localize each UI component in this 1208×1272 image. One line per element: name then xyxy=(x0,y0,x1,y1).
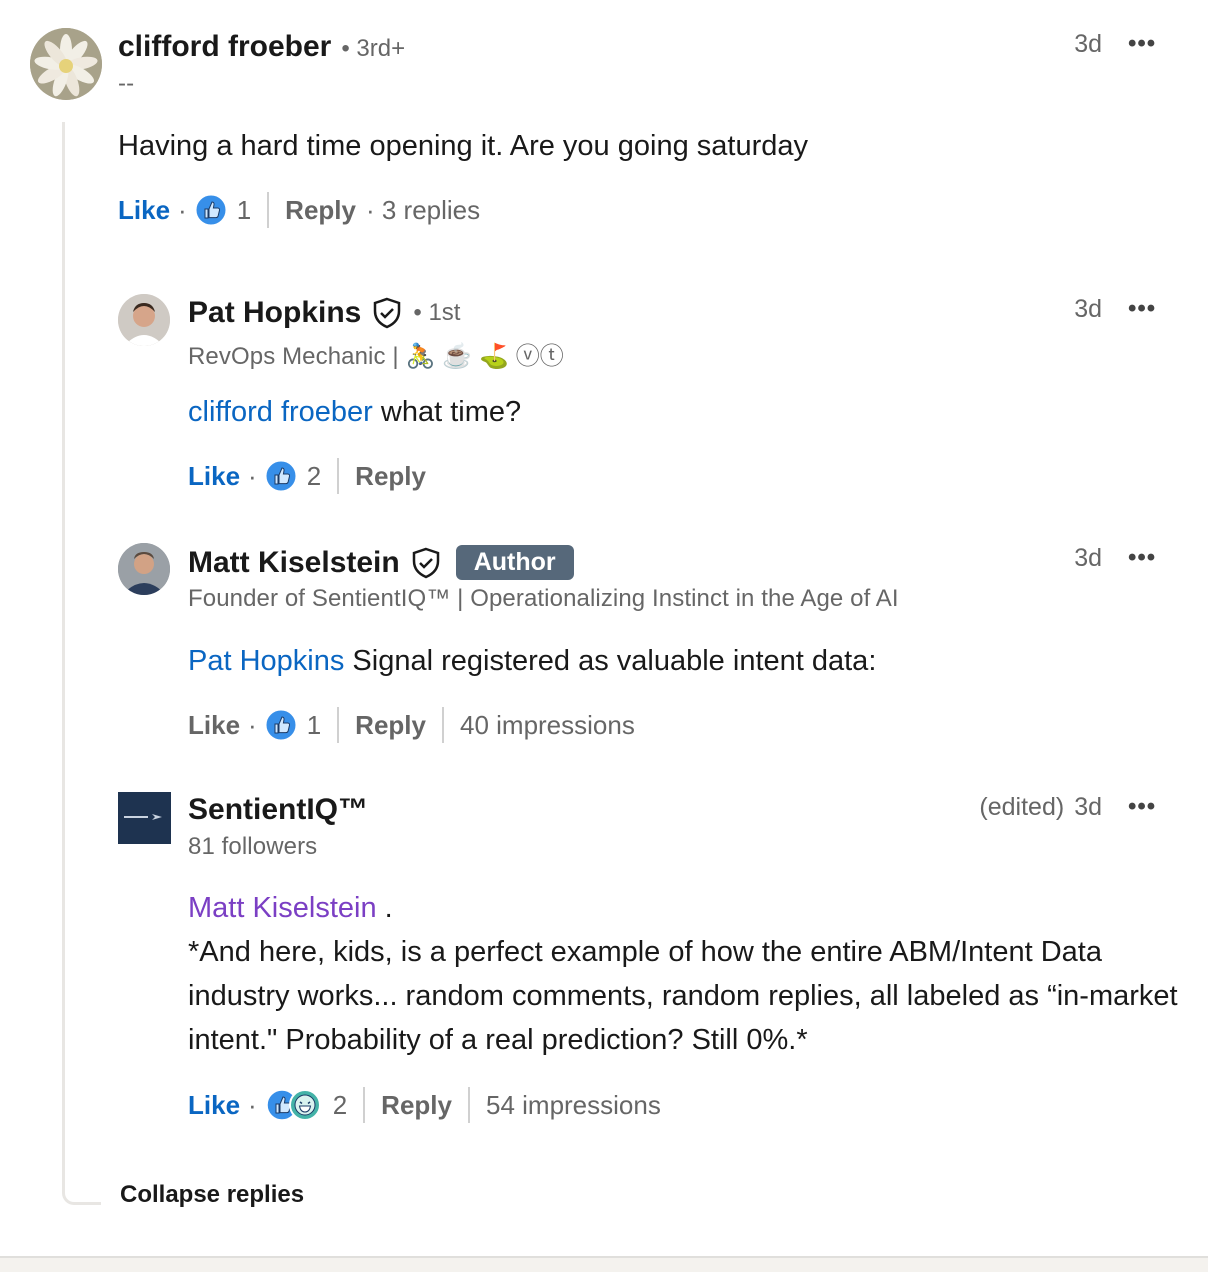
impressions-count[interactable]: 54 impressions xyxy=(486,1090,661,1121)
person-avatar-image xyxy=(118,543,170,595)
reply-button[interactable]: Reply xyxy=(355,710,426,741)
company-logo-image xyxy=(118,792,171,844)
divider xyxy=(337,458,340,494)
like-reaction-icon[interactable] xyxy=(265,460,297,492)
reaction-count[interactable]: 1 xyxy=(307,710,321,741)
author-headline: RevOps Mechanic | 🚴 ☕ ⛳ ⓥⓣ xyxy=(188,343,564,370)
author-headline: -- xyxy=(118,70,135,97)
mention-suffix: . xyxy=(376,892,393,924)
comment-author-name[interactable]: clifford froeber xyxy=(118,30,331,64)
reaction-count[interactable]: 2 xyxy=(307,461,321,492)
flower-avatar-image xyxy=(30,28,102,100)
divider xyxy=(337,707,340,743)
connection-degree: • 3rd+ xyxy=(341,35,406,62)
like-button[interactable]: Like xyxy=(188,710,240,741)
avatar-pat-hopkins[interactable] xyxy=(118,294,170,346)
reaction-icons[interactable] xyxy=(265,1088,323,1122)
reply-button[interactable]: Reply xyxy=(355,461,426,492)
verified-shield-icon xyxy=(410,547,442,579)
funny-reaction-icon xyxy=(288,1089,321,1121)
mention-link[interactable]: clifford froeber xyxy=(188,396,373,428)
like-reaction-icon[interactable] xyxy=(195,194,227,226)
impressions-count[interactable]: 40 impressions xyxy=(460,710,635,741)
more-options-button[interactable]: ••• xyxy=(1128,793,1156,821)
person-avatar-image xyxy=(118,294,170,346)
reaction-count[interactable]: 2 xyxy=(333,1090,347,1121)
replies-count[interactable]: · 3 replies xyxy=(366,195,480,226)
like-button[interactable]: Like xyxy=(188,461,240,492)
reply-button[interactable]: Reply xyxy=(381,1090,452,1121)
collapse-replies-button[interactable]: Collapse replies xyxy=(120,1181,304,1209)
reply-author-name[interactable]: Pat Hopkins xyxy=(188,296,361,330)
reply-timestamp: 3d xyxy=(1074,295,1102,323)
like-button[interactable]: Like xyxy=(188,1090,240,1121)
follower-count: 81 followers xyxy=(188,833,318,860)
author-badge: Author xyxy=(455,545,574,580)
mention-link[interactable]: Pat Hopkins xyxy=(188,645,344,677)
author-headline: Founder of SentientIQ™ | Operationalizin… xyxy=(188,585,899,612)
reply-author-name[interactable]: SentientIQ™ xyxy=(188,793,368,826)
reaction-count[interactable]: 1 xyxy=(237,195,251,226)
edited-label: (edited) xyxy=(979,793,1065,821)
reply-text: clifford froeber what time? xyxy=(188,390,1128,434)
more-options-button[interactable]: ••• xyxy=(1128,295,1156,323)
comment-timestamp: 3d xyxy=(1074,30,1102,58)
mention-link[interactable]: Matt Kiselstein xyxy=(188,892,377,924)
reply-text-body: what time? xyxy=(372,396,522,428)
reply-timestamp: 3d xyxy=(1074,793,1102,821)
avatar-matt-kiselstein[interactable] xyxy=(118,543,170,595)
divider xyxy=(363,1087,366,1123)
divider xyxy=(267,192,270,228)
reply-button[interactable]: Reply xyxy=(285,195,356,226)
divider xyxy=(467,1087,470,1123)
dot-separator: · xyxy=(178,194,187,225)
more-options-button[interactable]: ••• xyxy=(1128,30,1156,58)
thread-connector-line xyxy=(62,122,101,1205)
like-reaction-icon[interactable] xyxy=(265,709,297,741)
dot-separator: · xyxy=(248,1089,257,1120)
dot-separator: · xyxy=(248,709,257,740)
avatar-sentientiq-logo[interactable] xyxy=(118,792,171,844)
reply-text-body: Signal registered as valuable intent dat… xyxy=(344,645,877,677)
reply-text: *And here, kids, is a perfect example of… xyxy=(188,936,1178,1056)
dot-separator: · xyxy=(248,460,257,491)
more-options-button[interactable]: ••• xyxy=(1128,544,1156,572)
like-button[interactable]: Like xyxy=(118,195,170,226)
reply-text: Pat Hopkins Signal registered as valuabl… xyxy=(188,639,1128,683)
reply-timestamp: 3d xyxy=(1074,544,1102,572)
connection-degree: • 1st xyxy=(413,299,461,326)
reply-author-name[interactable]: Matt Kiselstein xyxy=(188,546,400,580)
divider xyxy=(441,707,444,743)
verified-shield-icon xyxy=(371,297,403,329)
comment-text: Having a hard time opening it. Are you g… xyxy=(118,130,808,162)
reply-mention-line: Matt Kiselstein . xyxy=(188,886,1188,930)
comment-thread-card: clifford froeber • 3rd+ -- 3d ••• Having… xyxy=(0,0,1208,1258)
avatar-clifford-froeber[interactable] xyxy=(30,28,102,100)
